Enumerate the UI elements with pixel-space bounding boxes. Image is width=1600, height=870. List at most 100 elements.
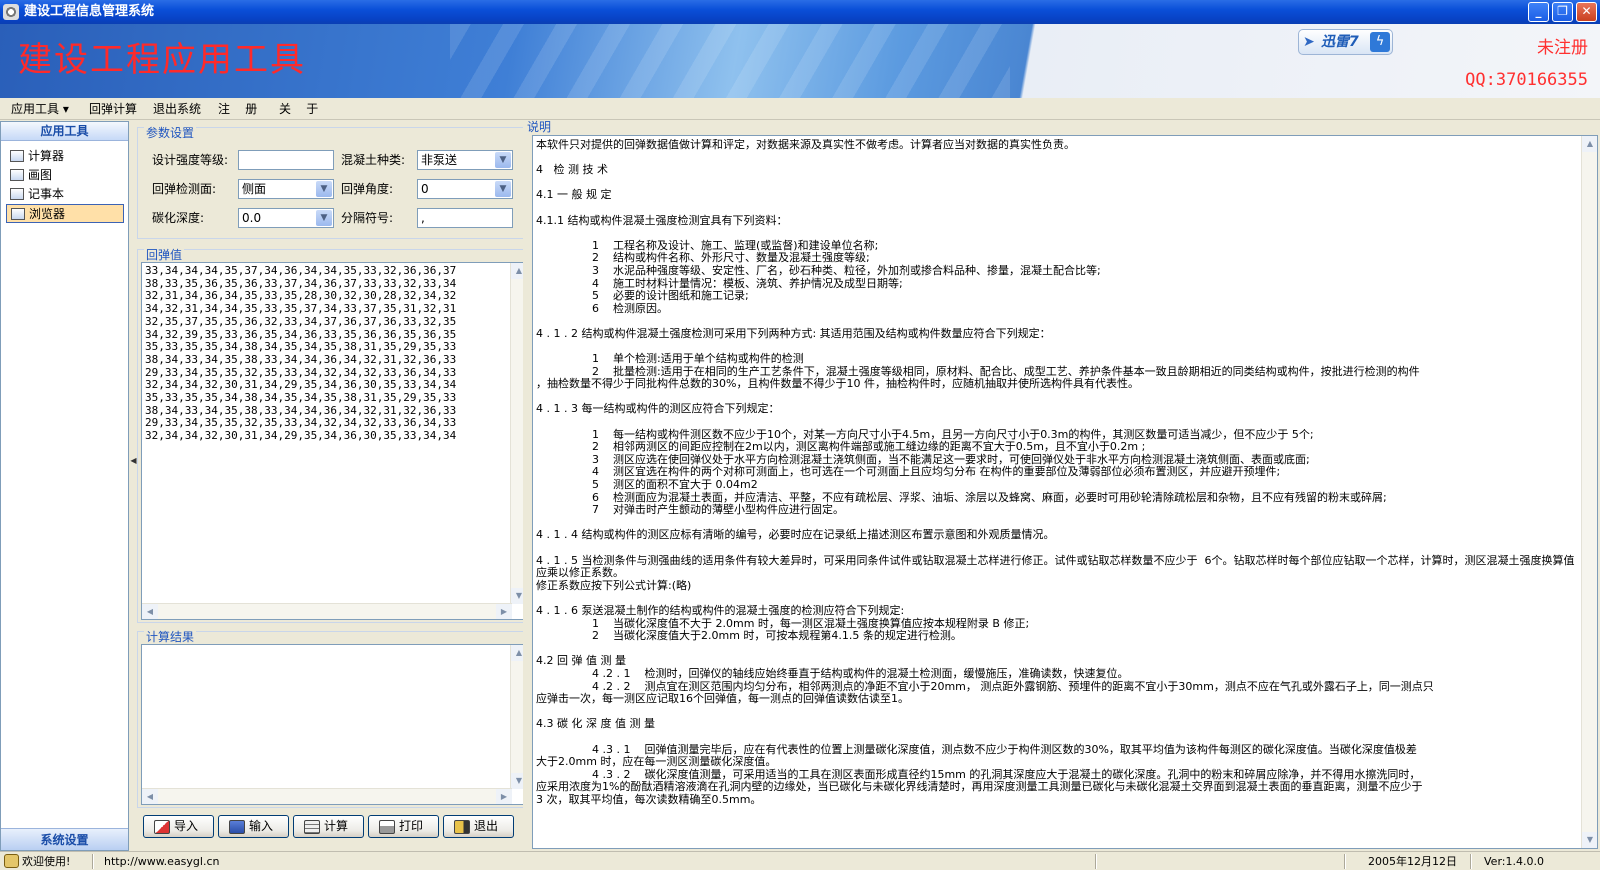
scroll-right-icon[interactable]: ▶ [496,604,512,619]
input-button[interactable]: 输入 [218,815,289,838]
concrete-type-value: 非泵送 [421,153,458,167]
nav-item-calculator[interactable]: 计算器 [6,147,124,166]
doc-line: 2 相邻两测区的间距应控制在2m以内，测区离构件端部或施工缝边缘的距离不宜大于0… [592,440,1146,454]
import-button-label: 导入 [174,819,199,833]
carbonation-label: 碳化深度: [152,211,205,225]
status-bar: 欢迎使用! http://www.easygl.cn 2005年12月12日 V… [0,851,1600,870]
nav-item-browser[interactable]: 浏览器 [6,204,124,223]
input-icon [229,820,245,834]
bird-icon: ➤ [1303,34,1315,50]
result-group: 计算结果 ▲ ▼ ◀ ▶ [137,630,530,808]
doc-line: 4 . 1 . 5 当检测条件与测强曲线的适用条件有较大差异时，可采用同条件试件… [536,553,1575,580]
status-url[interactable]: http://www.easygl.cn [104,854,219,869]
app-window: 建设工程信息管理系统 _ ❐ ✕ 建设工程应用工具 ➤ 迅雷7 ϟ 未注册 QQ… [0,0,1600,870]
result-group-title: 计算结果 [144,630,197,644]
nav-header[interactable]: 应用工具 [1,122,128,141]
doc-line [536,643,1576,656]
doc-line: 4 . 1 . 2 结构或构件混凝土强度检测可采用下列两种方式: 其适用范围及结… [536,326,1051,340]
chevron-down-icon[interactable]: ▼ [316,210,332,226]
scroll-left-icon[interactable]: ◀ [142,789,158,804]
nav-footer-system-settings[interactable]: 系统设置 [1,828,128,850]
chevron-down-icon[interactable]: ▼ [495,181,511,197]
status-separator [1470,854,1472,869]
params-group: 参数设置 设计强度等级: 混凝土种类: 非泵送 ▼ 回弹检测面: 侧面 ▼ 回弹… [137,126,530,239]
minimize-button[interactable]: _ [1528,2,1549,22]
status-separator [1095,854,1097,869]
params-group-title: 参数设置 [144,126,197,140]
doc-text[interactable]: 本软件只对提供的回弹数据值做计算和评定，对数据来源及真实性不做考虑。计算者应当对… [536,139,1576,845]
doc-line: 6 检测原因。 [592,301,668,315]
carbonation-value: 0.0 [242,211,262,225]
doc-line: 大于2.0mm 时，应在每一测区测量碳化深度值。 [536,755,777,769]
status-separator [1344,854,1346,869]
menu-exit[interactable]: 退出系统 [151,101,203,118]
doc-line: 5 测区的面积不宜大于 0.04m2 [592,478,758,492]
result-textarea[interactable] [142,645,526,804]
concrete-type-select[interactable]: 非泵送 ▼ [417,150,513,170]
calculate-button-label: 计算 [324,819,349,833]
doc-line: 4 . 1 . 4 结构或构件的测区应标有清晰的编号，必要时应在记录纸上描述测区… [536,528,1055,542]
doc-line [536,542,1576,555]
chevron-down-icon[interactable]: ▼ [316,181,332,197]
nav-item-label: 计算器 [28,149,65,163]
printer-icon [379,820,395,834]
surface-select[interactable]: 侧面 ▼ [238,179,334,199]
status-welcome: 欢迎使用! [22,855,71,868]
maximize-button[interactable]: ❐ [1552,2,1573,22]
left-splitter[interactable]: ◀ [130,121,137,851]
rebound-horizontal-scrollbar[interactable]: ◀ ▶ [142,603,512,619]
doc-line: 4 . 1 . 3 每一结构或构件的测区应符合下列规定： [536,402,780,416]
nav-item-notepad[interactable]: 记事本 [6,185,124,204]
result-horizontal-scrollbar[interactable]: ◀ ▶ [142,788,512,804]
nav-item-label: 浏览器 [29,207,66,221]
menu-about[interactable]: 关 于 [277,101,320,118]
doc-vertical-scrollbar[interactable]: ▲ ▼ [1581,136,1597,848]
menu-register[interactable]: 注 册 [216,101,259,118]
doc-line: 4.3 碳 化 深 度 值 测 量 [536,717,655,731]
banner-decoration [450,24,1010,98]
angle-value: 0 [421,182,429,196]
surface-label: 回弹检测面: [152,182,217,196]
chevron-down-icon[interactable]: ▼ [495,152,511,168]
scroll-right-icon[interactable]: ▶ [496,789,512,804]
registration-status: 未注册 [1537,38,1588,58]
strength-input[interactable] [238,150,334,170]
doc-line: 2 当碳化深度值大于2.0mm 时，可按本规程第4.1.5 条的规定进行检测。 [592,629,962,643]
doc-panel-title: 说明 [527,120,552,134]
calculate-button[interactable]: 计算 [293,815,364,838]
browser-icon [11,208,25,220]
xunlei-logo[interactable]: ➤ 迅雷7 ϟ [1298,29,1393,55]
menu-rebound-calc[interactable]: 回弹计算 [87,101,139,118]
notepad-icon [10,188,24,200]
exit-button[interactable]: 退出 [443,815,514,838]
scroll-up-icon[interactable]: ▲ [1582,136,1597,152]
import-button[interactable]: 导入 [143,815,214,838]
carbonation-select[interactable]: 0.0 ▼ [238,208,334,228]
scroll-left-icon[interactable]: ◀ [142,604,158,619]
result-textbox: ▲ ▼ ◀ ▶ [141,644,527,805]
doc-line [536,416,1576,429]
separator-input[interactable] [417,208,513,228]
angle-select[interactable]: 0 ▼ [417,179,513,199]
input-button-label: 输入 [249,819,274,833]
separator-label: 分隔符号: [341,211,394,225]
right-splitter[interactable] [523,121,532,851]
import-icon [154,820,170,834]
lightning-icon: ϟ [1370,32,1390,52]
doc-line: 应采用浓度为1%的酚酞酒精溶液滴在孔洞内壁的边缘处，当已碳化与未碳化界线清楚时，… [536,780,1423,794]
nav-item-paint[interactable]: 画图 [6,166,124,185]
menu-app-tools[interactable]: 应用工具 ▾ [9,101,71,118]
doc-line: 5 必要的设计图纸和施工记录; [592,289,749,303]
doc-line [536,202,1576,215]
print-button[interactable]: 打印 [368,815,439,838]
close-button[interactable]: ✕ [1576,2,1597,22]
banner-title: 建设工程应用工具 [18,40,306,80]
side-nav: 应用工具 计算器 画图 记事本 浏览器 系统设置 [0,121,129,851]
doc-line: 应弹击一次，每一测区应记取16个回弹值，每一测点的回弹值读数估读至1。 [536,692,909,706]
angle-label: 回弹角度: [341,182,394,196]
rebound-values-textarea[interactable] [142,263,526,619]
rebound-group-title: 回弹值 [144,248,185,262]
app-icon[interactable] [3,4,19,20]
doc-line: 7 对弹击时产生颤动的薄壁小型构件应进行固定。 [592,503,844,517]
scroll-down-icon[interactable]: ▼ [1582,832,1597,848]
